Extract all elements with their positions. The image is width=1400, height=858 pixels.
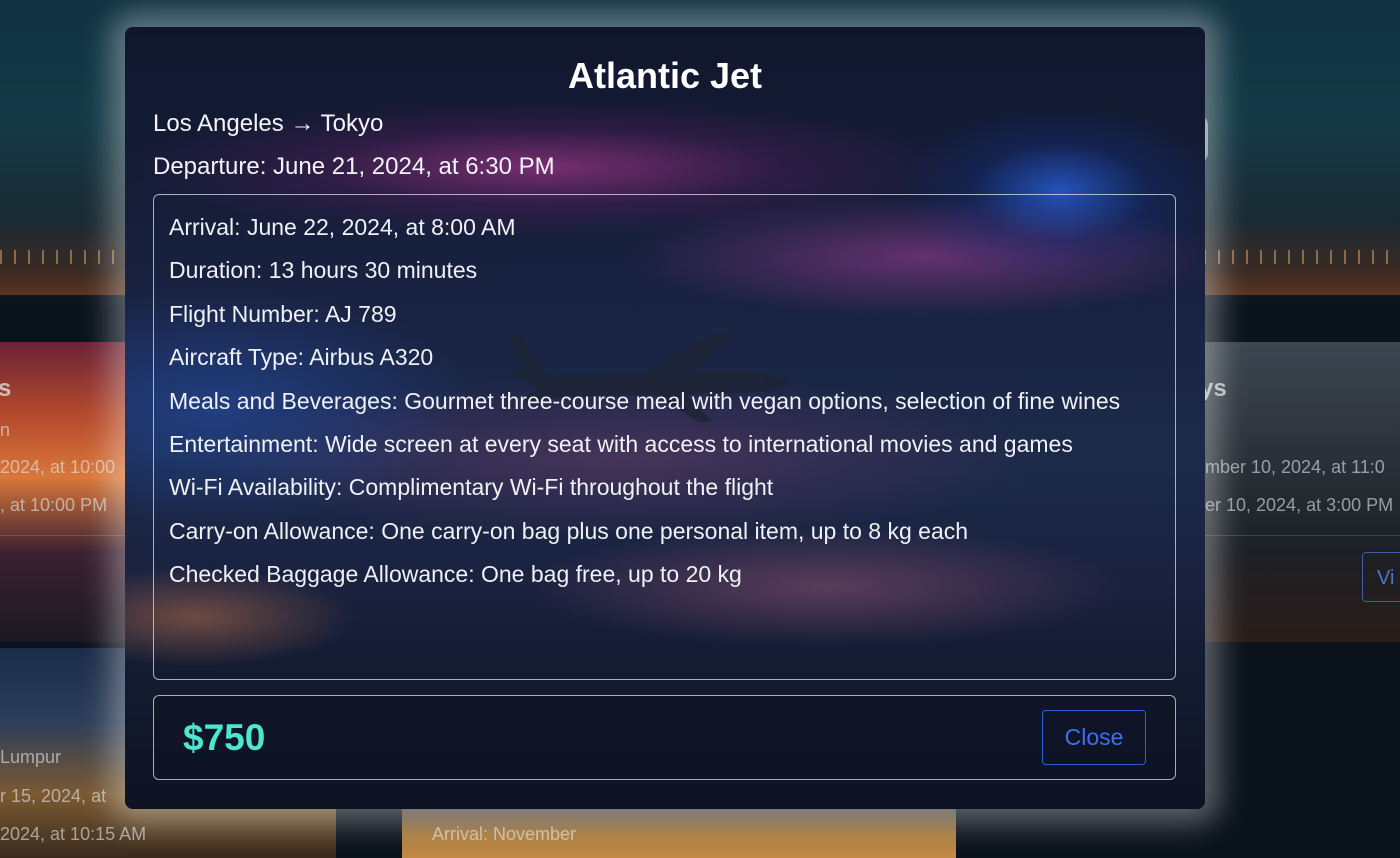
modal-title: Atlantic Jet bbox=[567, 55, 763, 96]
price-value: $750 bbox=[183, 717, 266, 758]
left-card-title: s bbox=[0, 375, 12, 402]
price-footer: $750 Close bbox=[153, 695, 1176, 780]
detail-flight-number: Flight Number: AJ 789 bbox=[169, 300, 397, 327]
departure-time: Departure: June 21, 2024, at 6:30 PM bbox=[153, 153, 555, 180]
right-card-arrival: er 10, 2024, at 3:00 PM bbox=[1205, 495, 1394, 515]
flight-route: Los Angeles → Tokyo bbox=[153, 110, 384, 137]
detail-arrival: Arrival: June 22, 2024, at 8:00 AM bbox=[169, 214, 516, 240]
detail-carry-on: Carry-on Allowance: One carry-on bag plu… bbox=[169, 517, 969, 544]
flight-details-box: Arrival: June 22, 2024, at 8:00 AM Durat… bbox=[153, 194, 1176, 680]
bottom-left-card-arrival: 2024, at 10:15 AM bbox=[0, 824, 147, 844]
right-card-departure: mber 10, 2024, at 11:0 bbox=[1205, 457, 1385, 477]
detail-entertainment: Entertainment: Wide screen at every seat… bbox=[169, 430, 1073, 457]
bottom-left-card-city: Lumpur bbox=[0, 747, 62, 767]
left-card-arrival: , at 10:00 PM bbox=[0, 495, 108, 515]
close-button[interactable]: Close bbox=[1042, 710, 1146, 765]
bottom-mid-card-arrival: Arrival: November bbox=[432, 824, 577, 844]
bottom-left-card-departure: r 15, 2024, at bbox=[0, 786, 107, 806]
right-card-view-button[interactable]: Vi bbox=[1362, 552, 1400, 602]
left-card-subtitle: n bbox=[0, 420, 11, 440]
detail-duration: Duration: 13 hours 30 minutes bbox=[169, 257, 478, 284]
left-card-departure: 2024, at 10:00 bbox=[0, 457, 116, 477]
detail-checked-baggage: Checked Baggage Allowance: One bag free,… bbox=[169, 561, 742, 588]
detail-wifi: Wi-Fi Availability: Complimentary Wi-Fi … bbox=[169, 474, 774, 501]
detail-aircraft-type: Aircraft Type: Airbus A320 bbox=[169, 344, 434, 371]
flight-card-left bbox=[0, 342, 140, 642]
flight-details-modal: Atlantic Jet Los Angeles → Tokyo Departu… bbox=[125, 27, 1205, 809]
detail-meals: Meals and Beverages: Gourmet three-cours… bbox=[169, 387, 1121, 414]
